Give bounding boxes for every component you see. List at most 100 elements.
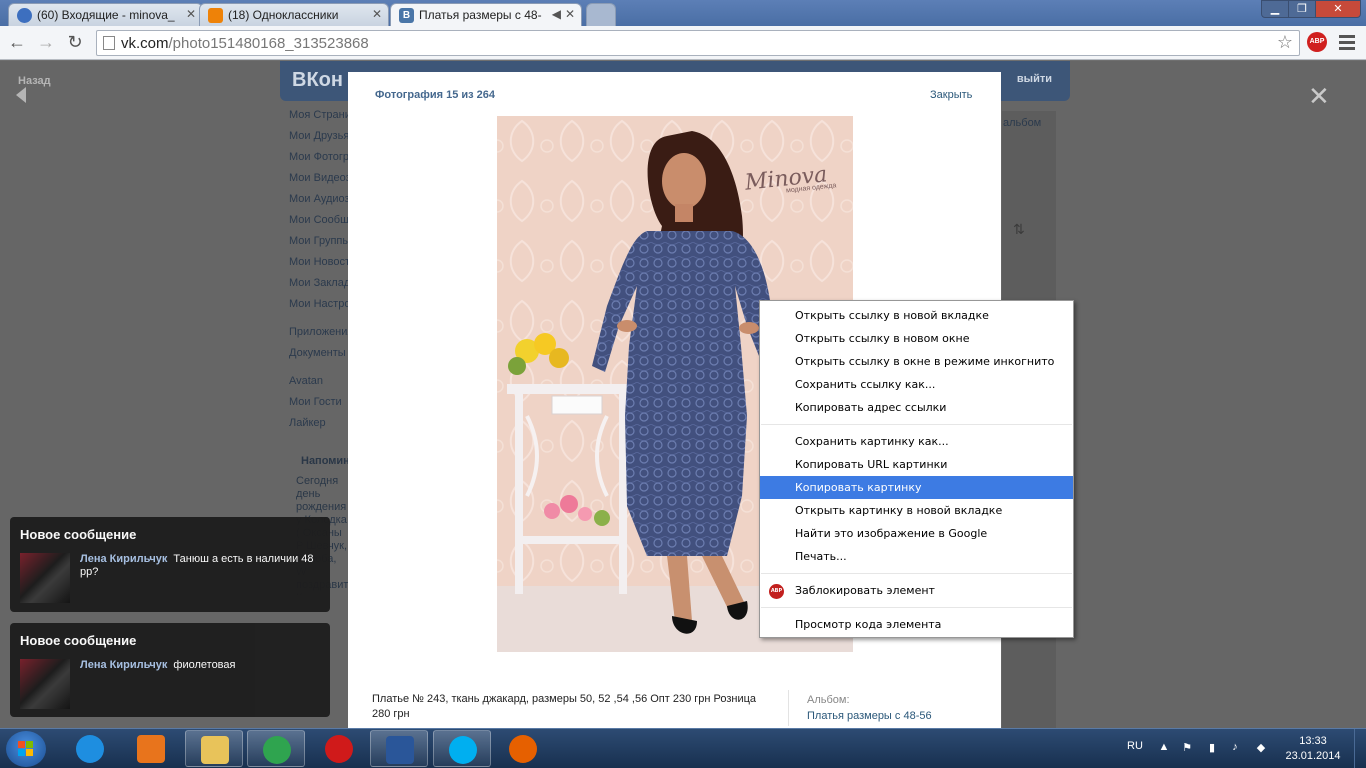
- internet-explorer-icon: [76, 735, 104, 763]
- action-center-icon[interactable]: ⚑: [1180, 741, 1194, 755]
- back-link[interactable]: Назад: [18, 75, 51, 87]
- taskbar-word[interactable]: [370, 730, 428, 767]
- context-menu-item[interactable]: Копировать адрес ссылки: [760, 396, 1073, 419]
- opera-icon: [325, 735, 353, 763]
- chrome-menu-icon[interactable]: [1336, 32, 1358, 54]
- notification-author[interactable]: Лена Кирильчук: [80, 553, 167, 565]
- side-menu-item[interactable]: Мои Группы: [289, 235, 349, 256]
- clock-time: 13:33: [1299, 735, 1327, 747]
- taskbar-internet-explorer[interactable]: [61, 730, 119, 767]
- network-icon[interactable]: ▮: [1205, 741, 1219, 755]
- notification-body: Лена Кирильчук фиолетовая: [80, 659, 320, 672]
- side-menu-item[interactable]: Мои Аудиозаписи: [289, 193, 349, 214]
- show-hidden-icons-icon[interactable]: ▲: [1157, 741, 1171, 755]
- context-menu-item[interactable]: Сохранить ссылку как...: [760, 373, 1073, 396]
- side-menu-item[interactable]: Мои Сообщения: [289, 214, 349, 235]
- notification-title: Новое сообщение: [20, 527, 137, 542]
- taskbar-chrome[interactable]: [247, 730, 305, 767]
- menu-separator: [289, 368, 349, 375]
- tab-vk-photo[interactable]: B Платья размеры с 48- ◀ ✕: [390, 3, 582, 27]
- album-label: Альбом:: [807, 694, 850, 706]
- context-menu-item[interactable]: Печать...: [760, 545, 1073, 568]
- new-tab-button[interactable]: [586, 3, 616, 26]
- bookmark-star-icon[interactable]: ☆: [1277, 32, 1293, 53]
- context-menu-item[interactable]: ABP Заблокировать элемент: [760, 579, 1073, 602]
- dropbox-icon[interactable]: ◆: [1254, 741, 1268, 755]
- taskbar-opera[interactable]: [310, 730, 368, 767]
- tab-close-icon[interactable]: ✕: [372, 7, 382, 21]
- tab-title: (60) Входящие - minova_: [37, 8, 175, 22]
- tab-inbox[interactable]: (60) Входящие - minova_ ✕: [8, 3, 203, 26]
- chrome-icon: [263, 736, 291, 764]
- tab-odnoklassniki[interactable]: (18) Одноклассники ✕: [199, 3, 389, 26]
- back-chevron-icon[interactable]: [16, 87, 26, 103]
- firefox-icon: [509, 735, 537, 763]
- context-menu-item[interactable]: Копировать URL картинки: [760, 453, 1073, 476]
- side-menu-item[interactable]: Мои Видеозаписи: [289, 172, 349, 193]
- maximize-button[interactable]: ❐: [1288, 0, 1316, 18]
- side-menu-item[interactable]: Мои Друзья: [289, 130, 349, 151]
- viewer-close-link[interactable]: Закрыть: [930, 89, 972, 101]
- close-window-button[interactable]: ✕: [1315, 0, 1361, 18]
- language-indicator[interactable]: RU: [1127, 740, 1143, 752]
- context-menu-label: Сохранить картинку как...: [795, 435, 949, 448]
- address-bar[interactable]: vk.com/photo151480168_313523868 ☆: [96, 30, 1300, 56]
- side-menu-item[interactable]: Мои Гости: [289, 396, 349, 417]
- show-desktop-button[interactable]: [1354, 729, 1366, 768]
- side-menu-item[interactable]: Приложения: [289, 326, 349, 347]
- context-menu-label: Печать...: [795, 550, 847, 563]
- logout-link[interactable]: выйти: [1017, 73, 1052, 85]
- taskbar-file-explorer[interactable]: [185, 730, 243, 767]
- side-menu-item[interactable]: Лайкер: [289, 417, 349, 438]
- notification-text: фиолетовая: [173, 659, 236, 671]
- album-link[interactable]: Платья размеры с 48-56: [807, 710, 932, 722]
- album-tab[interactable]: альбом: [1003, 117, 1041, 129]
- reload-icon[interactable]: ↻: [63, 31, 87, 55]
- context-menu-label: Копировать адрес ссылки: [795, 401, 947, 414]
- minimize-button[interactable]: ▁: [1261, 0, 1289, 18]
- side-menu-item[interactable]: Мои Настройки: [289, 298, 349, 319]
- notification-author[interactable]: Лена Кирильчук: [80, 659, 167, 671]
- tab-close-icon[interactable]: ✕: [186, 7, 196, 21]
- context-menu-item[interactable]: Сохранить картинку как...: [760, 430, 1073, 453]
- side-menu-item[interactable]: Мои Фотографии: [289, 151, 349, 172]
- context-menu-item[interactable]: Найти это изображение в Google: [760, 522, 1073, 545]
- context-menu-item[interactable]: Просмотр кода элемента: [760, 613, 1073, 636]
- context-menu-item[interactable]: Открыть ссылку в окне в режиме инкогнито: [760, 350, 1073, 373]
- notification-1[interactable]: Новое сообщение Лена Кирильчук Танюш а ес…: [10, 517, 330, 612]
- volume-icon[interactable]: ♪: [1228, 741, 1242, 755]
- context-menu-label: Заблокировать элемент: [795, 584, 935, 597]
- browser-toolbar: ← → ↻ vk.com/photo151480168_313523868 ☆ …: [0, 26, 1366, 60]
- taskbar-skype[interactable]: [433, 730, 491, 767]
- taskbar-firefox[interactable]: [494, 730, 552, 767]
- notification-2[interactable]: Новое сообщение Лена Кирильчук фиолетовая: [10, 623, 330, 717]
- start-button[interactable]: [6, 731, 46, 767]
- context-menu-item[interactable]: Открыть картинку в новой вкладке: [760, 499, 1073, 522]
- context-menu-item[interactable]: Копировать картинку: [760, 476, 1073, 499]
- side-menu-item[interactable]: Мои Закладки: [289, 277, 349, 298]
- back-arrow-icon[interactable]: ←: [5, 31, 29, 55]
- tab-title: (18) Одноклассники: [228, 8, 339, 22]
- side-menu-item[interactable]: Документы: [289, 347, 349, 368]
- sort-icon[interactable]: ⇅: [1013, 221, 1025, 238]
- context-menu-item[interactable]: Открыть ссылку в новом окне: [760, 327, 1073, 350]
- tab-close-icon[interactable]: ✕: [565, 7, 575, 21]
- avatar: [20, 659, 70, 709]
- browser-tab-strip: (60) Входящие - minova_ ✕ (18) Однокласс…: [0, 0, 1366, 27]
- url-text[interactable]: vk.com/photo151480168_313523868: [121, 35, 369, 52]
- page-icon: [103, 36, 115, 50]
- vk-favicon-icon: B: [399, 8, 414, 23]
- side-menu-item[interactable]: Мои Новости: [289, 256, 349, 277]
- taskbar-media-player[interactable]: [122, 730, 180, 767]
- adblock-icon[interactable]: ABP: [1307, 32, 1327, 52]
- skype-icon: [449, 736, 477, 764]
- context-menu-label: Копировать URL картинки: [795, 458, 948, 471]
- photo-caption: Платье № 243, ткань джакард, размеры 50,…: [372, 693, 757, 720]
- clock[interactable]: 13:33 23.01.2014: [1283, 734, 1343, 764]
- side-menu-item[interactable]: Моя Страница: [289, 109, 349, 130]
- context-menu-item[interactable]: Открыть ссылку в новой вкладке: [760, 304, 1073, 327]
- close-viewer-icon[interactable]: ✕: [1308, 81, 1330, 112]
- vk-logo[interactable]: ВКон: [292, 69, 343, 92]
- side-menu-item[interactable]: Avatan: [289, 375, 349, 396]
- forward-arrow-icon[interactable]: →: [34, 31, 58, 55]
